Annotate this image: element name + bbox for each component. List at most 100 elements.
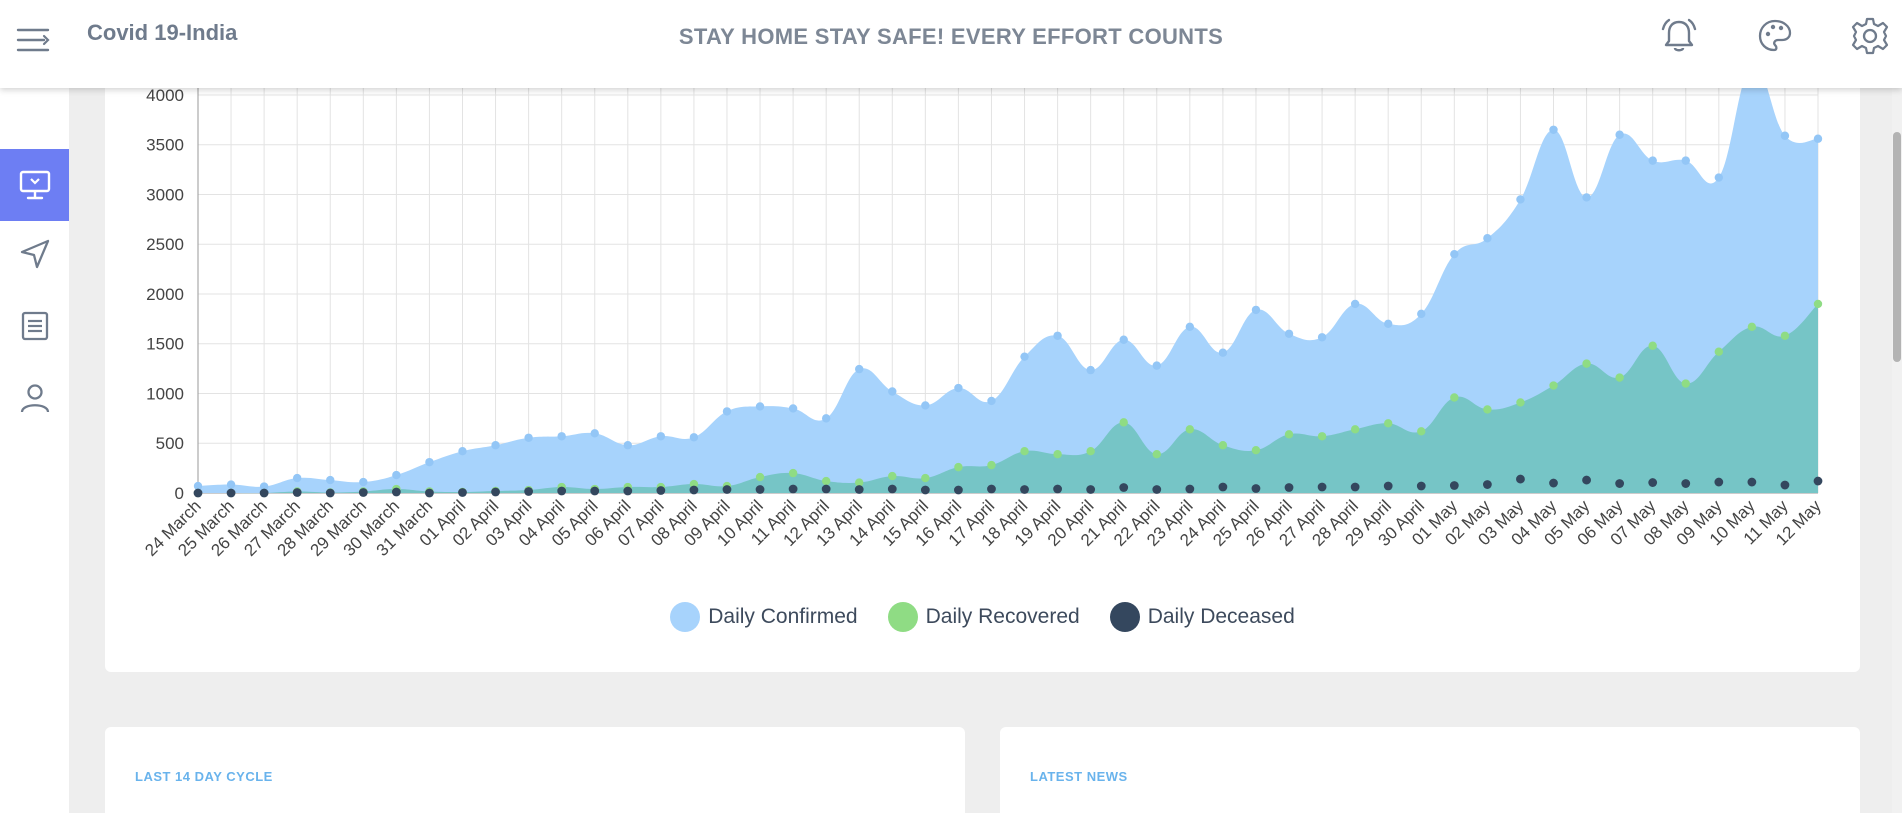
deceased-point [1086, 485, 1096, 494]
legend-label-confirmed: Daily Confirmed [708, 605, 858, 628]
alarm-bell-icon[interactable] [1657, 14, 1701, 58]
y-tick-label: 4000 [146, 86, 184, 105]
deceased-point [1185, 484, 1195, 494]
recovered-point [1813, 299, 1823, 309]
confirmed-point [359, 477, 368, 487]
scrollbar-thumb[interactable] [1893, 132, 1901, 362]
deceased-point [689, 485, 699, 495]
legend-item-confirmed[interactable]: Daily Confirmed [670, 602, 858, 632]
confirmed-point [855, 364, 864, 374]
confirmed-point [1813, 134, 1823, 143]
confirmed-point [1384, 319, 1393, 329]
confirmed-point [1317, 333, 1327, 342]
deceased-point [325, 488, 335, 498]
deceased-point [1648, 478, 1658, 487]
confirmed-point [1086, 365, 1095, 375]
recovered-point [1284, 430, 1294, 439]
recovered-point [1384, 419, 1393, 428]
deceased-point [1780, 480, 1790, 490]
deceased-point [1681, 479, 1691, 488]
confirmed-point [392, 470, 401, 480]
daily-trend-chart: 0500100015002000250030003500400024 March… [141, 40, 1825, 560]
deceased-point [491, 487, 500, 497]
confirmed-point [888, 387, 897, 396]
confirmed-point [1020, 352, 1029, 361]
confirmed-point [524, 433, 533, 442]
latest-news-card: LATEST NEWS [1000, 727, 1860, 813]
confirmed-point [1714, 173, 1724, 182]
daily-trend-chart-card: 0 500 1000 1500 2000 2500 3000 3500 4000 24 March… [105, 40, 1860, 672]
deceased-point [1152, 485, 1162, 494]
deceased-point [1482, 480, 1492, 489]
sidebar-item-news[interactable] [0, 290, 69, 362]
confirmed-point [1780, 131, 1790, 140]
deceased-point [259, 488, 269, 498]
y-tick-label: 0 [175, 484, 184, 503]
page-scrollbar[interactable] [1892, 88, 1902, 813]
recovered-point [954, 462, 963, 472]
deceased-point [1549, 478, 1558, 488]
recovered-point [1053, 449, 1062, 459]
recovered-point [1714, 347, 1724, 356]
deceased-point [954, 485, 963, 495]
confirmed-point [590, 429, 599, 438]
last-14-day-card: LAST 14 DAY CYCLE [105, 727, 965, 813]
sidebar-item-dashboard[interactable] [0, 149, 69, 221]
palette-icon[interactable] [1753, 14, 1797, 58]
confirmed-point [557, 432, 566, 441]
deceased-point [854, 485, 864, 494]
y-tick-label: 3000 [146, 185, 184, 204]
recovered-point [1218, 441, 1228, 450]
confirmed-point [954, 383, 963, 393]
deceased-point [1119, 483, 1129, 492]
deceased-point [557, 486, 567, 496]
recovered-point [921, 473, 930, 483]
legend-label-deceased: Daily Deceased [1147, 605, 1295, 628]
recovered-point [1516, 398, 1525, 407]
top-app-bar: Covid 19-India STAY HOME STAY SAFE! EVER… [0, 0, 1902, 88]
deceased-point [1615, 479, 1625, 488]
monitor-icon [19, 170, 50, 200]
deceased-point [1284, 483, 1294, 492]
sidebar-item-profile[interactable] [0, 362, 69, 434]
confirmed-point [1516, 195, 1525, 204]
recovered-point [1152, 449, 1161, 459]
deceased-point [656, 486, 666, 495]
document-list-icon [21, 311, 48, 341]
legend-item-deceased[interactable]: Daily Deceased [1109, 602, 1295, 632]
recovered-point [1086, 447, 1095, 456]
confirmed-point [1450, 249, 1459, 259]
sidebar-item-send[interactable] [0, 218, 69, 290]
confirmed-point [755, 402, 765, 411]
confirmed-point [1615, 130, 1624, 139]
card-title-last-14-days: LAST 14 DAY CYCLE [135, 769, 273, 784]
recovered-point [821, 476, 831, 486]
deceased-point [920, 485, 930, 495]
deceased-point [590, 486, 600, 496]
confirmed-point [491, 441, 500, 450]
confirmed-point [1284, 329, 1294, 338]
gear-icon[interactable] [1848, 14, 1892, 58]
deceased-point [193, 488, 203, 498]
confirmed-point [1582, 193, 1591, 202]
recovered-point [1020, 447, 1029, 456]
confirmed-point [292, 473, 302, 483]
deceased-point [1747, 477, 1757, 487]
deceased-point [722, 485, 732, 494]
confirmed-point [326, 475, 335, 485]
recovered-point [1350, 425, 1360, 434]
confirmed-point [458, 447, 467, 456]
confirmed-point [921, 401, 930, 410]
deceased-point [1317, 482, 1327, 492]
deceased-point [1714, 477, 1724, 487]
menu-icon[interactable] [14, 20, 54, 60]
recovered-point [987, 460, 996, 470]
side-navigation [0, 88, 69, 813]
confirmed-point [656, 432, 666, 441]
recovered-point [755, 472, 765, 482]
recovered-point [1119, 418, 1128, 427]
legend-item-recovered[interactable]: Daily Recovered [887, 602, 1080, 632]
deceased-point [1449, 481, 1459, 490]
legend-swatch-recovered [887, 602, 918, 632]
deceased-point [788, 484, 798, 494]
